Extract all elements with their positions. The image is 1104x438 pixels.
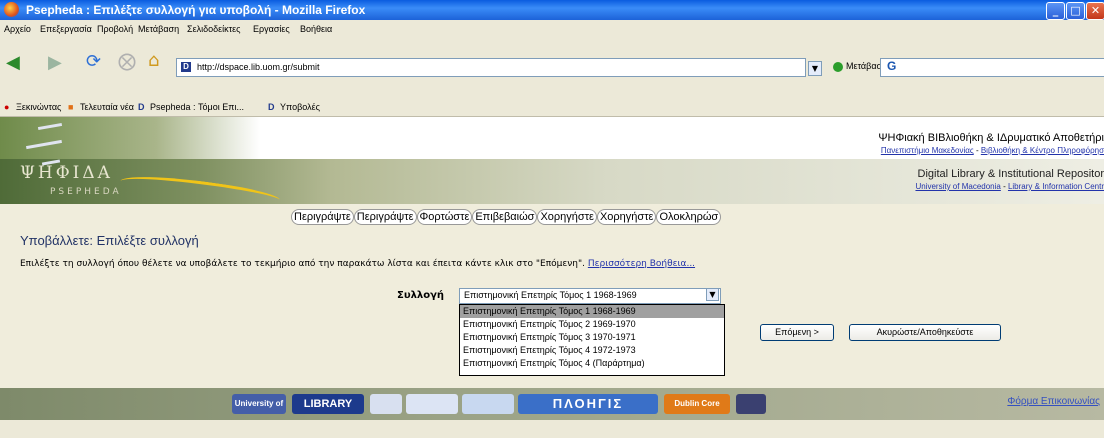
collection-option[interactable]: Επιστημονική Επετηρίς Τόμος 4 1972-1973: [460, 344, 724, 357]
link-library-en[interactable]: Library & Information Centr: [1008, 182, 1104, 191]
bookmark-getting-started[interactable]: Ξεκινώντας: [16, 102, 61, 112]
site-favicon: D: [181, 62, 191, 72]
go-icon: [833, 61, 843, 72]
stop-icon[interactable]: ⨂: [118, 51, 136, 72]
step-license-2: Χορηγήστε: [596, 209, 657, 225]
cancel-save-button[interactable]: Ακυρώστε/Αποθηκεύστε: [849, 324, 1001, 341]
next-button[interactable]: Επόμενη >: [760, 324, 834, 341]
menu-go[interactable]: Μετάβαση: [138, 24, 179, 34]
chevron-down-icon[interactable]: ▼: [706, 288, 719, 301]
search-box[interactable]: G: [880, 58, 1104, 77]
eu-logo[interactable]: [406, 394, 458, 414]
window-titlebar: Psepheda : Επιλέξτε συλλογή για υποβολή …: [0, 0, 1104, 20]
reload-icon[interactable]: ⟳: [86, 51, 101, 72]
step-complete: Ολοκληρώσ: [656, 209, 722, 225]
step-verify: Επιβεβαιώσ: [472, 209, 538, 225]
dspace-logo[interactable]: [736, 394, 766, 414]
bookmarks-toolbar: ● Ξεκινώντας ■ Τελευταία νέα D Psepheda …: [0, 96, 1104, 117]
site-header: ΨΗΦΙΔΑ PSEPHEDA ΨΗΦιακή ΒΙΒλιοθήκη & ΙΔρ…: [0, 117, 1104, 212]
instruction-text: Επιλέξτε τη συλλογή όπου θέλετε να υποβά…: [20, 259, 695, 269]
page-title: Υποβάλλετε: Επιλέξτε συλλογή: [20, 233, 199, 248]
rss-icon: ■: [68, 102, 74, 112]
ploigis-logo[interactable]: ΠΛΟΗΓΙΣ: [518, 394, 658, 414]
step-license-1: Χορηγήστε: [537, 209, 597, 225]
collection-option[interactable]: Επιστημονική Επετηρίς Τόμος 4 (Παράρτημα…: [460, 357, 724, 370]
go-button[interactable]: Μετάβαση: [833, 61, 887, 72]
bookmark-latest-news[interactable]: Τελευταία νέα: [80, 102, 134, 112]
bookmark-submissions[interactable]: Υποβολές: [280, 102, 320, 112]
collection-label: Συλλογή: [397, 290, 445, 301]
step-describe-2: Περιγράψτε: [353, 209, 417, 225]
page-bottom: [0, 420, 1104, 438]
dspace-favicon-2: D: [268, 102, 275, 112]
collection-selected-value: Επιστημονική Επετηρίς Τόμος 1 1968-1969: [464, 290, 637, 300]
collection-option[interactable]: Επιστημονική Επετηρίς Τόμος 3 1970-1971: [460, 331, 724, 344]
maximize-button[interactable]: □: [1066, 2, 1085, 20]
submission-steps: Περιγράψτε Περιγράψτε Φορτώστε Επιβεβαιώσ Χο…: [291, 209, 722, 225]
link-university-gr[interactable]: Πανεπιστήμιο Μακεδονίας: [881, 146, 974, 155]
collection-dropdown-list: Επιστημονική Επετηρίς Τόμος 1 1968-1969 …: [459, 304, 725, 376]
partner-logo[interactable]: [370, 394, 402, 414]
operational-programme-logo[interactable]: [462, 394, 514, 414]
link-university-en[interactable]: University of Macedonia: [915, 182, 1000, 191]
google-search-icon: G: [887, 59, 897, 73]
collection-select[interactable]: Επιστημονική Επετηρίς Τόμος 1 1968-1969: [459, 288, 721, 304]
instruction-body: Επιλέξτε τη συλλογή όπου θέλετε να υποβά…: [20, 259, 585, 269]
minimize-button[interactable]: _: [1046, 2, 1065, 20]
url-dropdown-icon[interactable]: ▼: [808, 61, 822, 76]
close-button[interactable]: ✕: [1086, 2, 1104, 20]
menu-help[interactable]: Βοήθεια: [300, 24, 332, 34]
dspace-favicon: D: [138, 102, 145, 112]
menu-bookmarks[interactable]: Σελιδοδείκτες: [187, 24, 241, 34]
back-icon[interactable]: ◀: [6, 52, 20, 73]
link-library-gr[interactable]: Βιβλιοθήκη & Κέντρο Πληροφόρησ: [981, 146, 1104, 155]
menu-tools[interactable]: Εργασίες: [253, 24, 290, 34]
header-english-links: University of Macedonia - Library & Info…: [915, 182, 1104, 191]
url-bar[interactable]: D http://dspace.lib.uom.gr/submit: [176, 58, 806, 77]
university-logo[interactable]: University of Macedonia: [232, 394, 286, 428]
bookmark-psepheda[interactable]: Psepheda : Τόμοι Επι...: [150, 102, 244, 112]
firefox-icon: [4, 2, 19, 17]
site-footer: University of Macedonia LIBRARY ΠΛΟΗΓΙΣ …: [0, 388, 1104, 428]
home-icon[interactable]: ⌂: [148, 50, 159, 71]
url-text: http://dspace.lib.uom.gr/submit: [197, 62, 320, 72]
step-describe-1: Περιγράψτε: [291, 209, 354, 225]
contact-form-link[interactable]: Φόρμα Επικοινωνίας: [1007, 396, 1100, 407]
site-logo[interactable]: ΨΗΦΙΔΑ: [20, 163, 113, 183]
menu-view[interactable]: Προβολή: [97, 24, 133, 34]
bookmark-icon: ●: [4, 102, 10, 112]
forward-icon[interactable]: ▶: [48, 52, 62, 73]
header-greek-title: ΨΗΦιακή ΒΙΒλιοθήκη & ΙΔρυματικό Αποθετήρ…: [878, 132, 1104, 144]
collection-option[interactable]: Επιστημονική Επετηρίς Τόμος 1 1968-1969: [460, 305, 724, 318]
collection-option[interactable]: Επιστημονική Επετηρίς Τόμος 2 1969-1970: [460, 318, 724, 331]
menu-bar: Αρχείο Επεξεργασία Προβολή Μετάβαση Σελι…: [0, 20, 1104, 38]
header-english-title: Digital Library & Institutional Reposito…: [917, 168, 1104, 180]
dublin-core-logo[interactable]: Dublin Core Used Here: [664, 394, 730, 428]
header-greek-links: Πανεπιστήμιο Μακεδονίας - Βιβλιοθήκη & Κ…: [880, 146, 1104, 155]
step-upload: Φορτώστε: [416, 209, 473, 225]
help-link[interactable]: Περισσότερη Βοήθεια...: [588, 259, 695, 269]
window-title: Psepheda : Επιλέξτε συλλογή για υποβολή …: [26, 3, 366, 17]
site-logo-sub: PSEPHEDA: [50, 187, 122, 197]
menu-file[interactable]: Αρχείο: [4, 24, 31, 34]
library-logo[interactable]: LIBRARY: [292, 394, 364, 414]
menu-edit[interactable]: Επεξεργασία: [40, 24, 92, 34]
